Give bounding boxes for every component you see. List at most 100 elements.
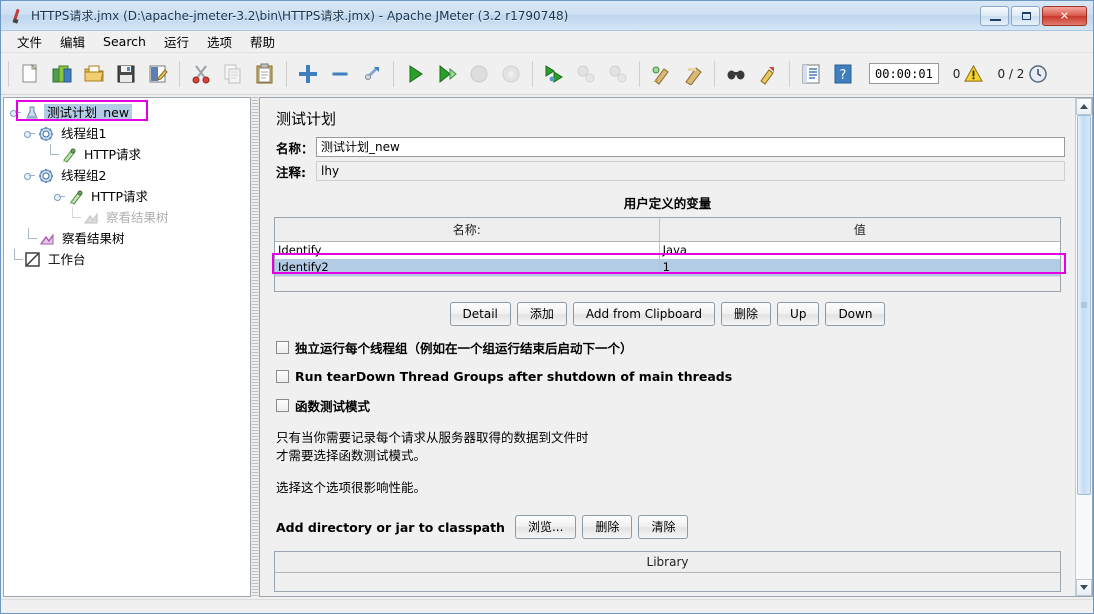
remote-shutdown-all-icon[interactable]: [602, 58, 634, 90]
comment-field-row: 注释: lhy: [270, 161, 1065, 181]
tree-node-workbench[interactable]: 工作台: [10, 249, 250, 270]
functional-test-mode-checkbox[interactable]: 函数测试模式: [276, 396, 1065, 415]
menu-run[interactable]: 运行: [156, 30, 197, 53]
split-divider[interactable]: [251, 97, 259, 597]
tree-node-view-results-tree-disabled[interactable]: 察看结果树: [10, 207, 250, 228]
checkbox-label: Run tearDown Thread Groups after shutdow…: [295, 369, 733, 384]
table-row[interactable]: Identify Java: [275, 242, 1060, 259]
window-controls: ✕: [980, 5, 1087, 26]
tree-label-thread-group-1[interactable]: 线程组1: [58, 125, 109, 142]
reset-search-icon[interactable]: [752, 58, 784, 90]
thread-counter: 0 / 2: [997, 66, 1025, 81]
checkbox-box[interactable]: [276, 341, 289, 354]
save-icon[interactable]: [110, 58, 142, 90]
tree-label-view-results-tree[interactable]: 察看结果树: [59, 230, 128, 247]
tree-node-thread-group-2[interactable]: 线程组2: [10, 165, 250, 186]
classpath-clear-button[interactable]: 清除: [638, 515, 689, 539]
delete-button[interactable]: 删除: [721, 302, 772, 326]
main-vertical-scrollbar[interactable]: [1075, 98, 1092, 596]
name-input[interactable]: 测试计划_new: [316, 137, 1065, 157]
down-button[interactable]: Down: [825, 302, 886, 326]
scroll-down-arrow-icon[interactable]: [1076, 579, 1092, 596]
classpath-delete-button[interactable]: 删除: [582, 515, 633, 539]
start-no-pauses-icon[interactable]: [431, 58, 463, 90]
scrollbar-thumb[interactable]: [1077, 115, 1091, 496]
thread-group-icon: [37, 125, 54, 142]
title-bar: HTTPS请求.jmx (D:\apache-jmeter-3.2\bin\HT…: [1, 1, 1093, 31]
checkbox-box[interactable]: [276, 370, 289, 383]
menu-options[interactable]: 选项: [199, 30, 240, 53]
search-icon[interactable]: [720, 58, 752, 90]
tree-label-http-request-2[interactable]: HTTP请求: [88, 188, 151, 205]
open-icon[interactable]: [78, 58, 110, 90]
classpath-row: Add directory or jar to classpath 浏览... …: [276, 515, 1065, 539]
tree-label-workbench[interactable]: 工作台: [45, 251, 89, 268]
expand-all-icon[interactable]: [292, 58, 324, 90]
workbench-icon: [24, 251, 41, 268]
variable-value-cell[interactable]: Java: [660, 242, 1060, 259]
remote-start-all-icon[interactable]: [538, 58, 570, 90]
add-from-clipboard-button[interactable]: Add from Clipboard: [572, 302, 716, 326]
detail-button[interactable]: Detail: [449, 302, 511, 326]
library-table[interactable]: Library: [274, 551, 1061, 592]
tree-label-view-results-tree-disabled[interactable]: 察看结果树: [103, 209, 172, 226]
paste-icon[interactable]: [249, 58, 281, 90]
templates-icon[interactable]: [46, 58, 78, 90]
http-request-icon: [67, 188, 84, 205]
svg-text:?: ?: [840, 68, 847, 83]
up-button[interactable]: Up: [777, 302, 820, 326]
clear-all-icon[interactable]: [677, 58, 709, 90]
tree-label-http-request-1[interactable]: HTTP请求: [81, 146, 144, 163]
start-icon[interactable]: [399, 58, 431, 90]
scrollbar-track[interactable]: [1076, 115, 1092, 579]
variable-value-cell[interactable]: 1: [660, 259, 1060, 276]
stop-icon[interactable]: [463, 58, 495, 90]
tree-label-test-plan[interactable]: 测试计划_new: [44, 104, 133, 121]
new-icon[interactable]: [14, 58, 46, 90]
test-plan-tree-pane[interactable]: 测试计划_new 线程组1 HTTP请求 线程组2 HTTP请求 察看结果树 察…: [3, 97, 251, 597]
library-table-body[interactable]: [275, 573, 1060, 591]
save-as-icon[interactable]: [142, 58, 174, 90]
clear-icon[interactable]: [645, 58, 677, 90]
minimize-button[interactable]: [980, 5, 1009, 26]
add-button[interactable]: 添加: [516, 302, 567, 326]
scroll-up-arrow-icon[interactable]: [1076, 98, 1092, 115]
remote-stop-all-icon[interactable]: [570, 58, 602, 90]
close-button[interactable]: ✕: [1042, 5, 1087, 26]
tree-node-test-plan[interactable]: 测试计划_new: [10, 102, 250, 123]
help-icon[interactable]: ?: [827, 58, 859, 90]
user-defined-variables-title: 用户定义的变量: [623, 196, 712, 211]
menu-edit[interactable]: 编辑: [52, 30, 93, 53]
variables-table-filler: [275, 276, 1060, 291]
menu-file[interactable]: 文件: [9, 30, 50, 53]
run-teardown-checkbox[interactable]: Run tearDown Thread Groups after shutdow…: [276, 369, 1065, 384]
variables-table-header: 名称: 值: [275, 218, 1060, 242]
comment-input[interactable]: lhy: [316, 161, 1065, 181]
collapse-all-icon[interactable]: [324, 58, 356, 90]
variable-name-cell[interactable]: Identify2: [275, 259, 660, 276]
clock-icon: [1028, 64, 1048, 84]
functional-mode-help: 只有当你需要记录每个请求从服务器取得的数据到文件时 才需要选择函数测试模式。 选…: [276, 429, 1065, 497]
toggle-icon[interactable]: [356, 58, 388, 90]
menu-search[interactable]: Search: [95, 32, 154, 51]
variables-table[interactable]: 名称: 值 Identify Java Identify2 1: [274, 217, 1061, 292]
help-line-3: 选择这个选项很影响性能。: [276, 480, 427, 495]
cut-icon[interactable]: [185, 58, 217, 90]
function-helper-icon[interactable]: [795, 58, 827, 90]
tree-node-http-request-2[interactable]: HTTP请求: [10, 186, 250, 207]
help-line-2: 才需要选择函数测试模式。: [276, 448, 427, 463]
warning-triangle-icon[interactable]: [964, 64, 984, 83]
maximize-button[interactable]: [1011, 5, 1040, 26]
tree-node-thread-group-1[interactable]: 线程组1: [10, 123, 250, 144]
variable-name-cell[interactable]: Identify: [275, 242, 660, 259]
tree-node-view-results-tree[interactable]: 察看结果树: [10, 228, 250, 249]
browse-button[interactable]: 浏览...: [514, 515, 577, 539]
checkbox-box[interactable]: [276, 399, 289, 412]
menu-help[interactable]: 帮助: [242, 30, 283, 53]
table-row[interactable]: Identify2 1: [275, 259, 1060, 276]
tree-label-thread-group-2[interactable]: 线程组2: [58, 167, 109, 184]
shutdown-icon[interactable]: [495, 58, 527, 90]
run-thread-groups-serially-checkbox[interactable]: 独立运行每个线程组（例如在一个组运行结束后启动下一个）: [276, 338, 1065, 357]
tree-node-http-request-1[interactable]: HTTP请求: [10, 144, 250, 165]
copy-icon[interactable]: [217, 58, 249, 90]
